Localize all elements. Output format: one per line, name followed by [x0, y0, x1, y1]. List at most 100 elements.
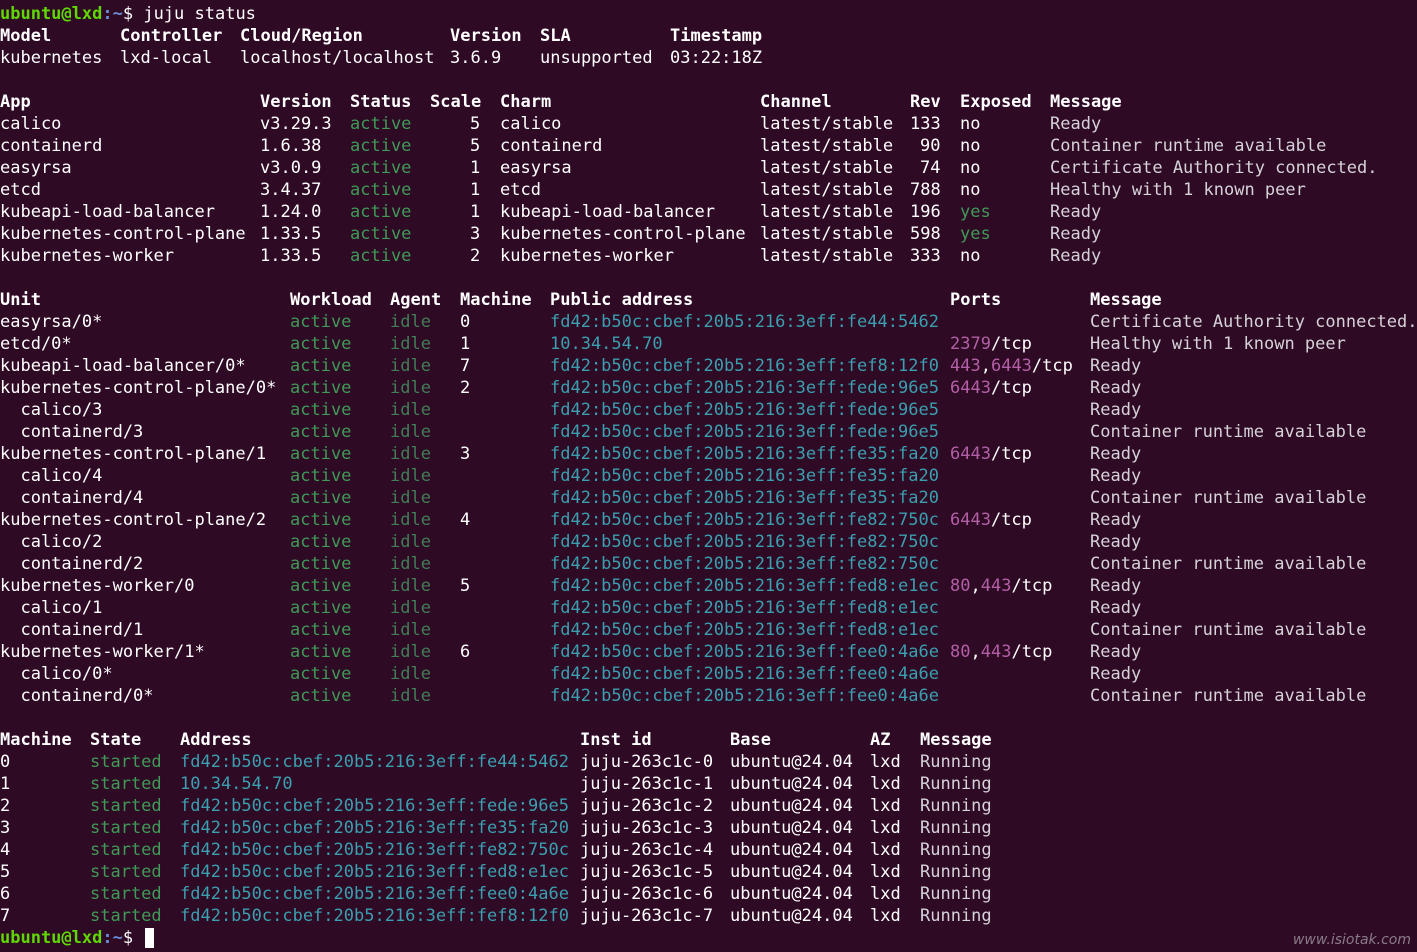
unit-cell: idle: [390, 532, 431, 552]
unit-cell: fd42:b50c:cbef:20b5:216:3eff:fee0:4a6e: [550, 642, 939, 662]
unit-cell: active: [290, 444, 352, 464]
app-cell: active: [350, 224, 412, 244]
unit-cell: kubernetes-control-plane/2: [0, 510, 267, 530]
unit-cell: etcd/0*: [0, 334, 72, 354]
unit-cell: calico/1: [0, 598, 103, 618]
machine-cell: ubuntu@24.04: [730, 906, 853, 926]
app-cell: kubernetes-control-plane: [0, 224, 246, 244]
machine-cell: lxd: [870, 840, 901, 860]
app-cell: easyrsa: [500, 158, 572, 178]
unit-cell: Container runtime available: [1090, 620, 1367, 640]
app-cell: containerd: [0, 136, 103, 156]
machine-cell: juju-263c1c-1: [580, 774, 714, 794]
unit-col-header: Ports: [950, 290, 1002, 310]
machine-col-header: AZ: [870, 730, 891, 750]
unit-cell: containerd/3: [0, 422, 144, 442]
unit-cell: containerd/2: [0, 554, 144, 574]
unit-cell: Ready: [1090, 444, 1142, 464]
unit-ports-cell: 6443/tcp: [950, 378, 1032, 398]
unit-cell: idle: [390, 422, 431, 442]
machine-col-header: State: [90, 730, 142, 750]
unit-cell: active: [290, 422, 352, 442]
model-cell: kubernetes: [0, 48, 103, 68]
app-col-header: Exposed: [960, 92, 1032, 112]
machine-cell: ubuntu@24.04: [730, 884, 853, 904]
machine-cell: started: [90, 818, 162, 838]
unit-ports-cell: 443,6443/tcp: [950, 356, 1073, 376]
unit-cell: idle: [390, 664, 431, 684]
machine-cell: ubuntu@24.04: [730, 840, 853, 860]
unit-ports-cell: 6443/tcp: [950, 510, 1032, 530]
unit-cell: 10.34.54.70: [550, 334, 663, 354]
machine-cell: juju-263c1c-5: [580, 862, 714, 882]
unit-cell: fd42:b50c:cbef:20b5:216:3eff:fee0:4a6e: [550, 686, 939, 706]
app-col-header: Scale: [430, 92, 482, 112]
prompt-user-host: ubuntu@lxd: [0, 4, 103, 24]
unit-cell: idle: [390, 510, 431, 530]
machine-cell: juju-263c1c-7: [580, 906, 714, 926]
machine-cell: started: [90, 840, 162, 860]
app-cell: yes: [960, 202, 991, 222]
unit-cell: 7: [460, 356, 471, 376]
unit-cell: fd42:b50c:cbef:20b5:216:3eff:fe82:750c: [550, 532, 939, 552]
machine-cell: 6: [0, 884, 11, 904]
unit-cell: active: [290, 510, 352, 530]
app-cell: active: [350, 136, 412, 156]
model-cell: lxd-local: [120, 48, 213, 68]
unit-cell: Container runtime available: [1090, 686, 1367, 706]
machine-col-header: Address: [180, 730, 252, 750]
app-cell: 2: [470, 246, 481, 266]
machine-cell: 2: [0, 796, 11, 816]
command-text: juju status: [143, 4, 256, 24]
machine-cell: lxd: [870, 752, 901, 772]
app-cell: calico: [0, 114, 62, 134]
unit-cell: fd42:b50c:cbef:20b5:216:3eff:fe35:fa20: [550, 444, 939, 464]
app-cell: no: [960, 136, 981, 156]
unit-cell: Ready: [1090, 532, 1142, 552]
app-col-header: Rev: [910, 92, 941, 112]
text-cursor[interactable]: [145, 928, 155, 948]
prompt-symbol: $: [122, 4, 144, 24]
terminal-window[interactable]: { "prompt": {"user_host": "ubuntu@lxd", …: [0, 0, 1417, 952]
app-cell: no: [960, 180, 981, 200]
machine-cell: fd42:b50c:cbef:20b5:216:3eff:fef8:12f0: [180, 906, 569, 926]
unit-col-header: Machine: [460, 290, 532, 310]
app-cell: active: [350, 180, 412, 200]
unit-cell: idle: [390, 686, 431, 706]
model-col-header: Timestamp: [670, 26, 763, 46]
unit-cell: fd42:b50c:cbef:20b5:216:3eff:fee0:4a6e: [550, 664, 939, 684]
unit-cell: fd42:b50c:cbef:20b5:216:3eff:fe35:fa20: [550, 466, 939, 486]
unit-cell: calico/2: [0, 532, 103, 552]
machine-cell: Running: [920, 862, 992, 882]
model-col-header: SLA: [540, 26, 571, 46]
unit-cell: Healthy with 1 known peer: [1090, 334, 1346, 354]
machine-cell: started: [90, 752, 162, 772]
unit-cell: containerd/0*: [0, 686, 154, 706]
app-cell: latest/stable: [760, 136, 894, 156]
unit-cell: easyrsa/0*: [0, 312, 103, 332]
unit-cell: Container runtime available: [1090, 422, 1367, 442]
app-col-header: Channel: [760, 92, 832, 112]
app-cell: latest/stable: [760, 224, 894, 244]
unit-cell: active: [290, 686, 352, 706]
app-cell: kubernetes-control-plane: [500, 224, 746, 244]
app-cell: no: [960, 158, 981, 178]
unit-ports-cell: 80,443/tcp: [950, 576, 1053, 596]
unit-cell: idle: [390, 488, 431, 508]
app-cell: kubernetes-worker: [500, 246, 674, 266]
machine-cell: juju-263c1c-4: [580, 840, 714, 860]
app-cell: kubeapi-load-balancer: [500, 202, 715, 222]
app-col-header: Version: [260, 92, 332, 112]
unit-cell: fd42:b50c:cbef:20b5:216:3eff:fed8:e1ec: [550, 576, 939, 596]
unit-cell: active: [290, 378, 352, 398]
app-cell: 1.6.38: [260, 136, 322, 156]
app-cell: 133: [910, 114, 941, 134]
app-cell: 74: [920, 158, 941, 178]
machine-cell: 0: [0, 752, 11, 772]
unit-cell: fd42:b50c:cbef:20b5:216:3eff:fed8:e1ec: [550, 620, 939, 640]
unit-cell: idle: [390, 334, 431, 354]
app-cell: 5: [470, 136, 481, 156]
unit-cell: active: [290, 466, 352, 486]
app-col-header: Message: [1050, 92, 1122, 112]
app-cell: Ready: [1050, 114, 1102, 134]
